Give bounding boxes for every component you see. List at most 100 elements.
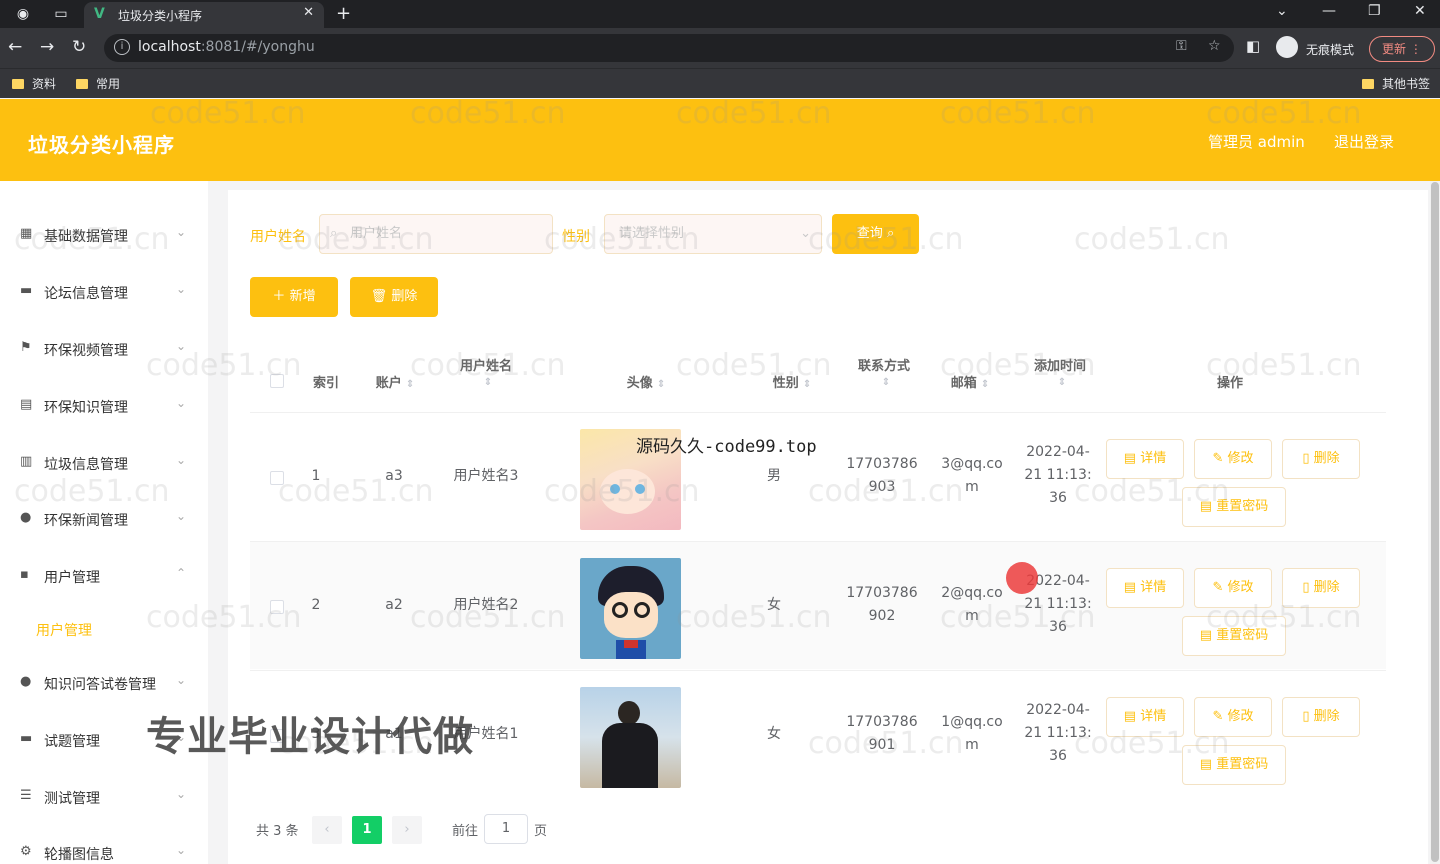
select-all-checkbox[interactable] [270,374,284,388]
browser-tab[interactable]: V 垃圾分类小程序 ✕ [84,2,324,28]
add-button[interactable]: ＋ 新增 [250,277,338,317]
incognito-label: 无痕模式 [1306,43,1355,57]
delete-button[interactable]: ▯ 删除 [1282,697,1360,737]
th-account[interactable]: 账户 ⇕ [360,372,430,391]
sort-icon[interactable]: ⇕ [657,379,665,390]
user-icon: ● [20,674,32,689]
sidebar-subitem-users[interactable]: 用户管理 [36,620,92,640]
chevron-down-icon: ⌄ [175,225,186,239]
sidebar-item-tests[interactable]: ☰ 测试管理 ⌄ [0,777,208,817]
sidebar-item-video[interactable]: ⚑ 环保视频管理 ⌄ [0,329,208,369]
delete-button[interactable]: ▯ 删除 [1282,568,1360,608]
page-number-current[interactable]: 1 [352,816,382,844]
chevron-down-icon: ⌄ [175,673,186,687]
sidebar-item-users[interactable]: ▪ 用户管理 ⌃ [0,556,208,596]
query-button[interactable]: 查询 ⌕ [832,214,919,254]
avatar-body [602,723,658,788]
side-panel-icon[interactable]: ◧ [1246,37,1260,55]
page-scrollbar-thumb[interactable] [1431,182,1439,862]
sidebar-item-carousel[interactable]: ⚙ 轮播图信息 ⌄ [0,833,208,864]
detail-button[interactable]: ▤ 详情 [1106,439,1184,479]
restore-icon[interactable]: ❐ [1368,3,1381,19]
th-created[interactable]: 添加时间 ⇕ [1020,355,1100,389]
detail-button[interactable]: ▤ 详情 [1106,697,1184,737]
table-row: 2 a2 用户姓名2 女 17703786 902 2@qq.co m 2022-0… [250,541,1386,669]
th-email[interactable]: 邮箱 ⇕ [934,372,1006,391]
sort-icon[interactable]: ⇕ [981,379,989,390]
flag-icon: ⚑ [20,340,32,355]
bookmarks-bar: 资料 常用 其他书签 [0,68,1440,98]
sidebar-item-news[interactable]: ● 环保新闻管理 ⌄ [0,499,208,539]
folder-icon [12,79,24,89]
sidebar-item-garbage[interactable]: ▥ 垃圾信息管理 ⌄ [0,443,208,483]
prev-page-button[interactable]: ‹ [312,816,342,844]
next-page-button[interactable]: › [392,816,422,844]
grid-icon: ▦ [20,226,33,241]
close-window-icon[interactable]: ✕ [1414,3,1426,19]
bookmark-folder-ziliao[interactable]: 资料 [12,75,56,92]
tab-switcher-icon[interactable]: ▭ [52,5,70,23]
detective-boy-avatar[interactable] [580,558,681,659]
cell-gender: 男 [767,468,781,484]
sort-icon[interactable]: ⇕ [484,377,492,388]
minimize-icon[interactable]: — [1322,3,1336,19]
batch-delete-button[interactable]: 🗑 删除 [350,277,438,317]
update-button[interactable]: 更新 ⋮ [1369,36,1435,62]
key-icon[interactable]: ⚿ [1176,38,1187,54]
omnibox[interactable]: i localhost:8081/#/yonghu ⚿ ☆ [104,34,1234,62]
reset-password-button[interactable]: ▤ 重置密码 [1182,745,1286,785]
th-avatar[interactable]: 头像 ⇕ [610,372,682,391]
info-icon[interactable]: i [114,39,130,55]
sidebar-item-quiz-papers[interactable]: ● 知识问答试卷管理 ⌄ [0,663,208,703]
reset-password-button[interactable]: ▤ 重置密码 [1182,487,1286,527]
forward-icon[interactable]: → [40,37,54,57]
tab-close-icon[interactable]: ✕ [303,5,314,20]
tab-search-icon[interactable]: ⌄ [1276,3,1288,19]
logout-link[interactable]: 退出登录 [1334,131,1394,152]
folder-icon [1362,79,1374,89]
th-phone[interactable]: 联系方式 ⇕ [844,355,924,389]
delete-button[interactable]: ▯ 删除 [1282,439,1360,479]
row-checkbox[interactable] [270,471,284,485]
edit-button[interactable]: ✎ 修改 [1194,568,1272,608]
th-actions: 操作 [1216,376,1243,391]
reset-password-button[interactable]: ▤ 重置密码 [1182,616,1286,656]
row-checkbox[interactable] [270,600,284,614]
name-search-label: 用户姓名 [250,229,306,245]
sort-icon[interactable]: ⇕ [406,379,414,390]
goto-page-input[interactable]: 1 [484,814,528,844]
sort-icon[interactable]: ⇕ [1058,377,1066,388]
chevron-down-icon: ⌄ [175,787,186,801]
vue-logo-icon: V [94,6,105,22]
person-photo-avatar[interactable] [580,687,681,788]
plus-icon: ＋ [272,289,286,304]
gender-select[interactable]: 请选择性别 ⌄ [604,214,822,254]
sort-icon[interactable]: ⇕ [803,379,811,390]
sidebar-item-knowledge[interactable]: ▤ 环保知识管理 ⌄ [0,386,208,426]
reload-icon[interactable]: ↻ [72,37,86,57]
sidebar-item-forum[interactable]: ▬ 论坛信息管理 ⌄ [0,272,208,312]
name-search-input[interactable]: ⌕ 用户姓名 [319,214,553,254]
cell-account: a2 [385,597,403,613]
edit-button[interactable]: ✎ 修改 [1194,697,1272,737]
incognito-icon [1276,36,1298,58]
avatar-glasses [634,602,650,618]
sidebar-item-basic-data[interactable]: ▦ 基础数据管理 ⌄ [0,215,208,255]
new-tab-icon[interactable]: + [336,3,351,24]
th-gender[interactable]: 性别 ⇕ [756,372,828,391]
back-icon[interactable]: ← [8,37,22,57]
detail-button[interactable]: ▤ 详情 [1106,568,1184,608]
th-name[interactable]: 用户姓名 ⇕ [444,355,528,389]
edit-button[interactable]: ✎ 修改 [1194,439,1272,479]
goto-label: 前往 [452,824,479,839]
sort-icon[interactable]: ⇕ [882,377,890,388]
gender-select-placeholder: 请选择性别 [619,226,685,241]
bookmark-folder-changyong[interactable]: 常用 [76,75,120,92]
chevron-down-icon: ⌄ [175,339,186,353]
url-text[interactable]: localhost:8081/#/yonghu [138,39,315,55]
cell-email: 1@qq.co m [941,714,1003,753]
cell-created: 2022-04- 21 11:13: 36 [1024,444,1092,506]
other-bookmarks[interactable]: 其他书签 [1362,75,1430,92]
chevron-down-icon: ⌄ [175,396,186,410]
star-icon[interactable]: ☆ [1208,38,1221,54]
